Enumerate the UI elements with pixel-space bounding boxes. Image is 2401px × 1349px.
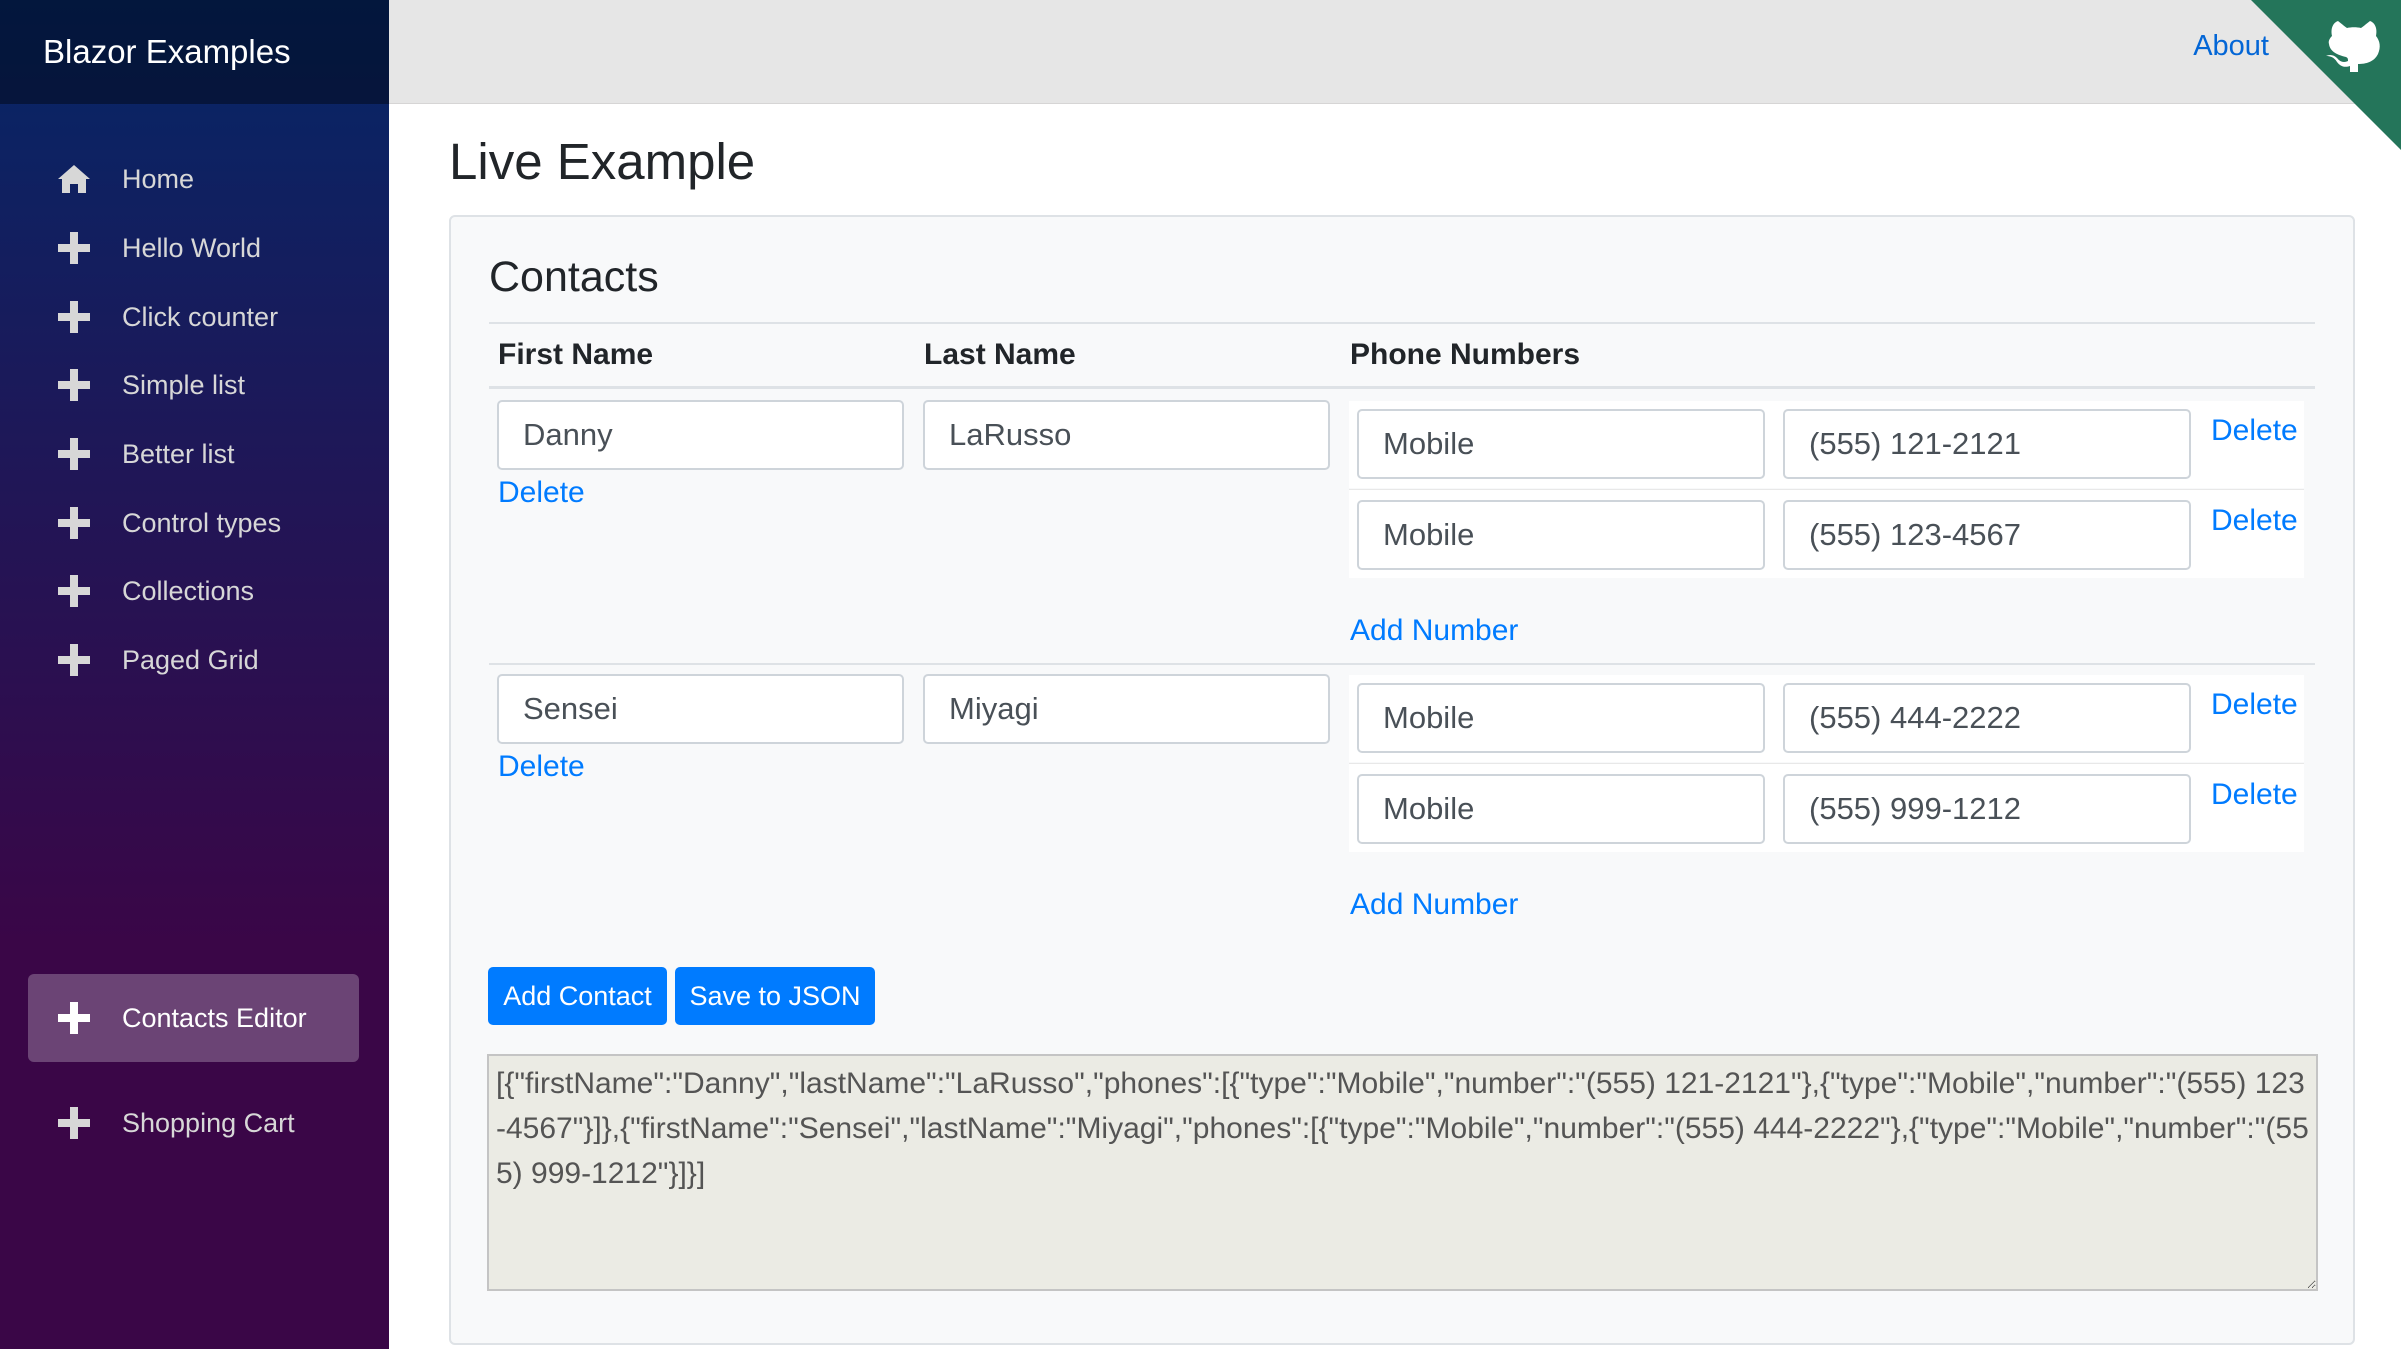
phone-type-input[interactable] bbox=[1357, 409, 1765, 479]
phone-number-input[interactable] bbox=[1783, 409, 2191, 479]
phone-number-input[interactable] bbox=[1783, 683, 2191, 753]
add-contact-button[interactable]: Add Contact bbox=[488, 967, 667, 1025]
save-to-json-button[interactable]: Save to JSON bbox=[675, 967, 875, 1025]
sidebar-item-shopping-cart[interactable]: Shopping Cart bbox=[28, 1079, 359, 1167]
delete-phone-link[interactable]: Delete bbox=[2211, 504, 2298, 538]
sidebar-item-label: Home bbox=[122, 163, 195, 194]
sidebar-item-label: Collections bbox=[122, 575, 255, 606]
add-number-link[interactable]: Add Number bbox=[1350, 888, 1518, 922]
add-number-link[interactable]: Add Number bbox=[1350, 614, 1518, 648]
top-bar: About bbox=[389, 0, 2401, 150]
divider bbox=[489, 663, 2315, 665]
sidebar: Blazor Examples Home Hello World Click c… bbox=[0, 0, 389, 1349]
plus-icon bbox=[57, 368, 91, 402]
column-header-first-name: First Name bbox=[498, 338, 654, 371]
sidebar-item-label: Contacts Editor bbox=[122, 1002, 307, 1033]
sidebar-item-label: Click counter bbox=[122, 301, 279, 332]
sidebar-item-contacts-editor[interactable]: Contacts Editor bbox=[28, 974, 359, 1062]
column-header-phone-numbers: Phone Numbers bbox=[1350, 338, 1581, 371]
plus-icon bbox=[57, 1001, 91, 1035]
page-title: Live Example bbox=[449, 133, 756, 190]
divider bbox=[489, 322, 2315, 324]
last-name-input[interactable] bbox=[923, 400, 1330, 470]
first-name-input[interactable] bbox=[497, 674, 904, 744]
sidebar-item-label: Control types bbox=[122, 507, 282, 538]
sidebar-item-label: Simple list bbox=[122, 369, 246, 400]
divider bbox=[489, 386, 2315, 389]
plus-icon bbox=[57, 643, 91, 677]
home-icon bbox=[57, 162, 91, 196]
delete-contact-link[interactable]: Delete bbox=[498, 750, 585, 784]
phone-type-input[interactable] bbox=[1357, 683, 1765, 753]
plus-icon bbox=[57, 437, 91, 471]
column-header-last-name: Last Name bbox=[924, 338, 1076, 371]
plus-icon bbox=[57, 574, 91, 608]
last-name-input[interactable] bbox=[923, 674, 1330, 744]
sidebar-item-label: Paged Grid bbox=[122, 644, 259, 675]
sidebar-item-label: Better list bbox=[122, 438, 235, 469]
github-corner-icon[interactable] bbox=[2251, 0, 2401, 150]
delete-phone-link[interactable]: Delete bbox=[2211, 414, 2298, 448]
first-name-input[interactable] bbox=[497, 400, 904, 470]
phone-type-input[interactable] bbox=[1357, 500, 1765, 570]
card-title: Contacts bbox=[489, 253, 659, 301]
delete-phone-link[interactable]: Delete bbox=[2211, 688, 2298, 722]
plus-icon bbox=[57, 300, 91, 334]
delete-phone-link[interactable]: Delete bbox=[2211, 778, 2298, 812]
sidebar-item-label: Hello World bbox=[122, 232, 262, 263]
delete-contact-link[interactable]: Delete bbox=[498, 476, 585, 510]
sidebar-item-paged-grid[interactable]: Paged Grid bbox=[28, 616, 359, 704]
plus-icon bbox=[57, 1106, 91, 1140]
plus-icon bbox=[57, 506, 91, 540]
brand-title[interactable]: Blazor Examples bbox=[0, 0, 389, 104]
phone-type-input[interactable] bbox=[1357, 774, 1765, 844]
phone-number-input[interactable] bbox=[1783, 774, 2191, 844]
plus-icon bbox=[57, 231, 91, 265]
json-output-textarea[interactable]: [{"firstName":"Danny","lastName":"LaRuss… bbox=[487, 1054, 2318, 1291]
phone-number-input[interactable] bbox=[1783, 500, 2191, 570]
sidebar-item-label: Shopping Cart bbox=[122, 1107, 295, 1138]
